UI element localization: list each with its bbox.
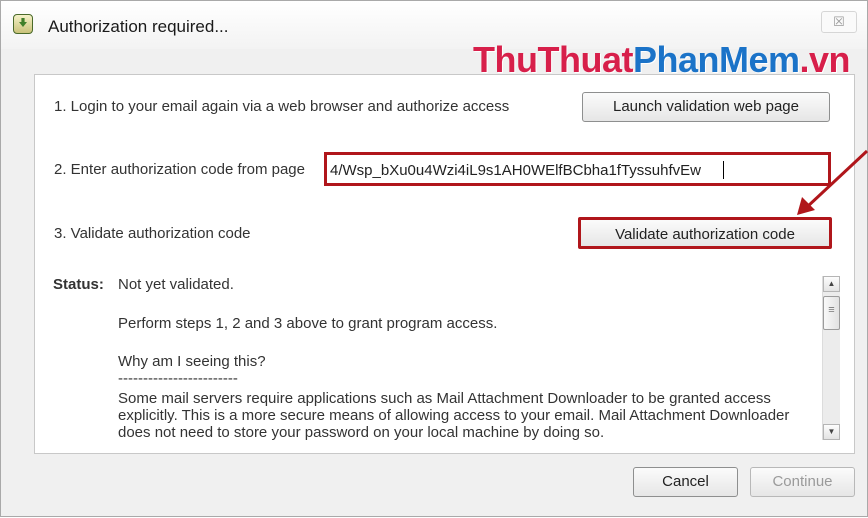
authorization-dialog: Authorization required... ☒ ThuThuatPhan… [0, 0, 868, 517]
status-separator: ------------------------ [118, 370, 238, 387]
status-label: Status: [53, 276, 104, 293]
cancel-button[interactable]: Cancel [633, 467, 738, 497]
status-line-2: Perform steps 1, 2 and 3 above to grant … [118, 315, 498, 332]
scroll-thumb[interactable] [823, 296, 840, 330]
status-line-3: Why am I seeing this? [118, 353, 266, 370]
status-text-area: Not yet validated. Perform steps 1, 2 an… [118, 276, 808, 442]
status-line-1: Not yet validated. [118, 276, 234, 293]
continue-button[interactable]: Continue [750, 467, 855, 497]
scroll-up-icon[interactable]: ▲ [823, 276, 840, 292]
status-line-4: Some mail servers require applications s… [118, 390, 790, 441]
status-scrollbar[interactable]: ▲ ▼ [822, 276, 840, 440]
scroll-down-icon[interactable]: ▼ [823, 424, 840, 440]
